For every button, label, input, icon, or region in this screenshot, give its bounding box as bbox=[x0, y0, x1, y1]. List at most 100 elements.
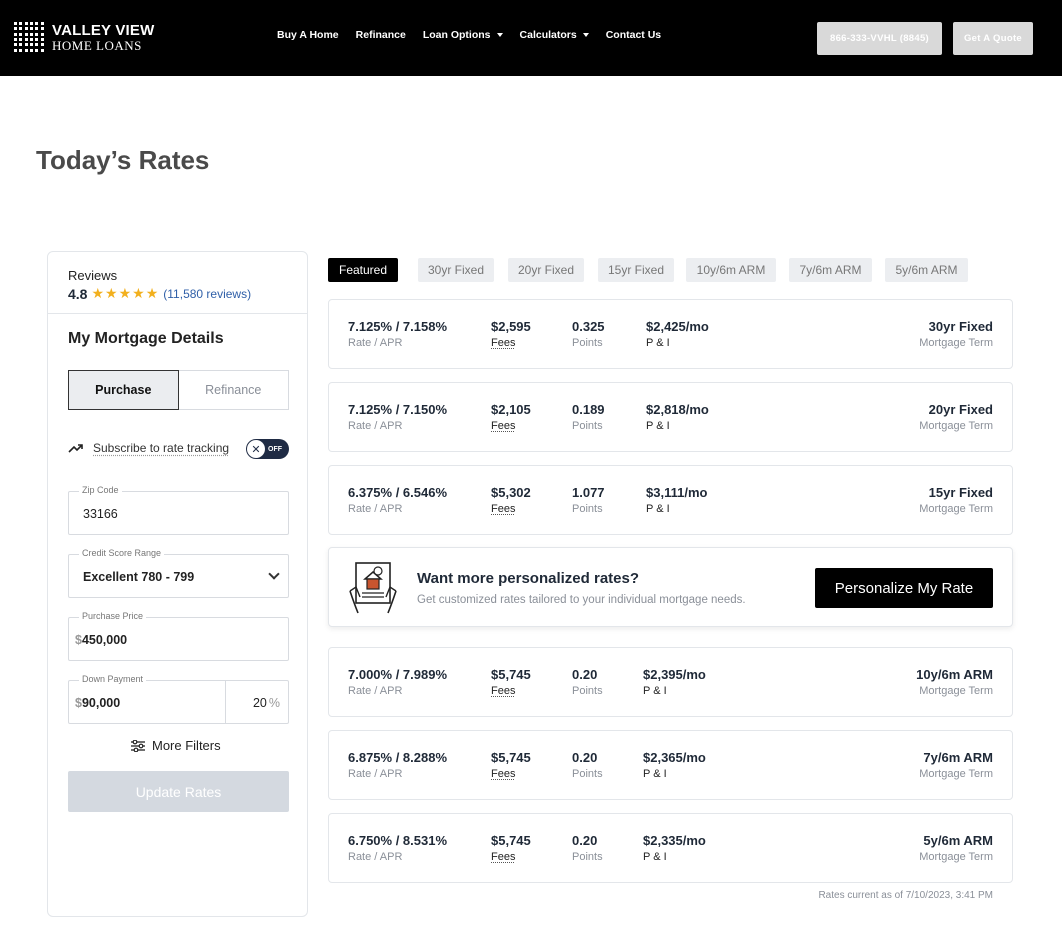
payment-label: P & I bbox=[643, 768, 667, 780]
tab-7y-6m-arm[interactable]: 7y/6m ARM bbox=[789, 258, 872, 282]
section-title: My Mortgage Details bbox=[68, 330, 224, 347]
rate-card[interactable]: 6.375% / 6.546% Rate / APR $5,302 Fees 1.0… bbox=[328, 465, 1013, 535]
rate-apr-label: Rate / APR bbox=[348, 851, 403, 863]
rate-apr-label: Rate / APR bbox=[348, 768, 403, 780]
nav-buy-a-home[interactable]: Buy A Home bbox=[277, 29, 339, 41]
purchase-price-value: 450,000 bbox=[81, 633, 128, 647]
points-label: Points bbox=[572, 768, 603, 780]
nav-contact-us[interactable]: Contact Us bbox=[606, 29, 661, 41]
term-value: 15yr Fixed bbox=[928, 485, 993, 500]
payment-label: P & I bbox=[646, 420, 670, 432]
refinance-option[interactable]: Refinance bbox=[178, 370, 289, 410]
rate-card[interactable]: 7.000% / 7.989% Rate / APR $5,745 Fees 0.2… bbox=[328, 647, 1013, 717]
term-label: Mortgage Term bbox=[919, 851, 993, 863]
rate-card[interactable]: 6.750% / 8.531% Rate / APR $5,745 Fees 0.2… bbox=[328, 813, 1013, 883]
fees-label[interactable]: Fees bbox=[491, 337, 531, 349]
fees-value: $5,745 bbox=[491, 833, 531, 848]
fees-label[interactable]: Fees bbox=[491, 420, 531, 432]
fees-label[interactable]: Fees bbox=[491, 685, 531, 697]
rate-card[interactable]: 6.875% / 8.288% Rate / APR $5,745 Fees 0.2… bbox=[328, 730, 1013, 800]
star-icon: ★ bbox=[132, 285, 145, 301]
tab-15yr-fixed[interactable]: 15yr Fixed bbox=[598, 258, 674, 282]
down-payment-percent[interactable]: 20% bbox=[253, 696, 280, 710]
term-label: Mortgage Term bbox=[919, 768, 993, 780]
payment-value: $2,395/mo bbox=[643, 667, 706, 682]
purchase-option[interactable]: Purchase bbox=[68, 370, 179, 410]
more-filters-button[interactable]: More Filters bbox=[131, 738, 221, 753]
fees-value: $2,105 bbox=[491, 402, 531, 417]
reviews-label: Reviews bbox=[68, 268, 118, 283]
tab-featured[interactable]: Featured bbox=[328, 258, 398, 282]
rate-apr: 6.875% / 8.288% bbox=[348, 750, 448, 765]
fees-value: $5,745 bbox=[491, 667, 531, 682]
rate-apr-label: Rate / APR bbox=[348, 420, 403, 432]
fees-value: $5,745 bbox=[491, 750, 531, 765]
close-icon: ✕ bbox=[247, 440, 265, 458]
purchase-price-field[interactable]: Purchase Price $450,000 bbox=[68, 611, 289, 661]
rate-apr: 6.375% / 6.546% bbox=[348, 485, 448, 500]
logo-line-1: VALLEY VIEW bbox=[52, 21, 155, 39]
payment-value: $3,111/mo bbox=[646, 485, 708, 500]
term-value: 7y/6m ARM bbox=[923, 750, 993, 765]
star-icon: ★ bbox=[118, 285, 132, 301]
points-label: Points bbox=[572, 851, 603, 863]
update-rates-button[interactable]: Update Rates bbox=[68, 771, 289, 812]
logo-line-2: HOME LOANS bbox=[52, 37, 142, 53]
rate-apr: 7.000% / 7.989% bbox=[348, 667, 448, 682]
payment-label: P & I bbox=[646, 503, 670, 515]
star-icon: ★ bbox=[105, 285, 118, 301]
credit-score-value: Excellent 780 - 799 bbox=[83, 570, 195, 584]
site-header: VALLEY VIEW HOME LOANS Buy A Home Refina… bbox=[0, 0, 1062, 76]
tab-5y-6m-arm[interactable]: 5y/6m ARM bbox=[885, 258, 968, 282]
points-value: 0.189 bbox=[572, 402, 605, 417]
rate-apr: 7.125% / 7.150% bbox=[348, 402, 448, 417]
nav-refinance[interactable]: Refinance bbox=[356, 29, 406, 41]
tab-30yr-fixed[interactable]: 30yr Fixed bbox=[418, 258, 494, 282]
reviews-link[interactable]: (11,580 reviews) bbox=[163, 287, 251, 301]
rate-card[interactable]: 7.125% / 7.158% Rate / APR $2,595 Fees 0.3… bbox=[328, 299, 1013, 369]
points-value: 0.20 bbox=[572, 750, 598, 765]
down-payment-field[interactable]: Down Payment $90,000 20% bbox=[68, 674, 289, 724]
term-label: Mortgage Term bbox=[919, 503, 993, 515]
zip-code-field[interactable]: Zip Code 33166 bbox=[68, 485, 289, 535]
trending-up-icon bbox=[68, 444, 83, 453]
phone-button[interactable]: 866-333-VVHL (8845) bbox=[817, 22, 942, 55]
rate-card[interactable]: 7.125% / 7.150% Rate / APR $2,105 Fees 0.1… bbox=[328, 382, 1013, 452]
payment-label: P & I bbox=[643, 685, 667, 697]
subscribe-link[interactable]: Subscribe to rate tracking bbox=[93, 441, 229, 455]
promo-subtitle: Get customized rates tailored to your in… bbox=[417, 594, 746, 606]
get-quote-button[interactable]: Get A Quote bbox=[953, 22, 1033, 55]
term-value: 10y/6m ARM bbox=[916, 667, 993, 682]
points-value: 0.20 bbox=[572, 667, 598, 682]
star-icon: ★ bbox=[91, 285, 105, 301]
zip-code-value: 33166 bbox=[83, 507, 118, 521]
currency-prefix: $ bbox=[75, 696, 82, 710]
nav-loan-options[interactable]: Loan Options bbox=[423, 29, 503, 41]
personalize-my-rate-button[interactable]: Personalize My Rate bbox=[815, 568, 993, 608]
field-label: Down Payment bbox=[79, 674, 147, 684]
points-label: Points bbox=[572, 337, 603, 349]
fees-label[interactable]: Fees bbox=[491, 768, 531, 780]
term-label: Mortgage Term bbox=[919, 685, 993, 697]
promo-title: Want more personalized rates? bbox=[417, 570, 639, 587]
fees-label[interactable]: Fees bbox=[491, 503, 531, 515]
tab-20yr-fixed[interactable]: 20yr Fixed bbox=[508, 258, 584, 282]
credit-score-select[interactable]: Credit Score Range Excellent 780 - 799 bbox=[68, 548, 289, 598]
points-value: 1.077 bbox=[572, 485, 605, 500]
fees-label[interactable]: Fees bbox=[491, 851, 531, 863]
star-icon: ★ bbox=[145, 285, 159, 301]
field-label: Purchase Price bbox=[79, 611, 147, 621]
tab-10y-6m-arm[interactable]: 10y/6m ARM bbox=[686, 258, 776, 282]
chevron-down-icon bbox=[268, 568, 280, 580]
payment-value: $2,425/mo bbox=[646, 319, 709, 334]
mortgage-document-icon bbox=[349, 562, 397, 614]
term-label: Mortgage Term bbox=[919, 337, 993, 349]
site-logo[interactable]: VALLEY VIEW HOME LOANS bbox=[14, 22, 155, 52]
personalize-banner: Want more personalized rates? Get custom… bbox=[328, 547, 1013, 627]
chevron-down-icon bbox=[496, 33, 503, 37]
nav-calculators[interactable]: Calculators bbox=[520, 29, 589, 41]
field-label: Credit Score Range bbox=[79, 548, 165, 558]
rate-apr-label: Rate / APR bbox=[348, 685, 403, 697]
rate-tracking-toggle[interactable]: ✕ OFF bbox=[246, 439, 289, 459]
more-filters-label: More Filters bbox=[152, 738, 221, 753]
